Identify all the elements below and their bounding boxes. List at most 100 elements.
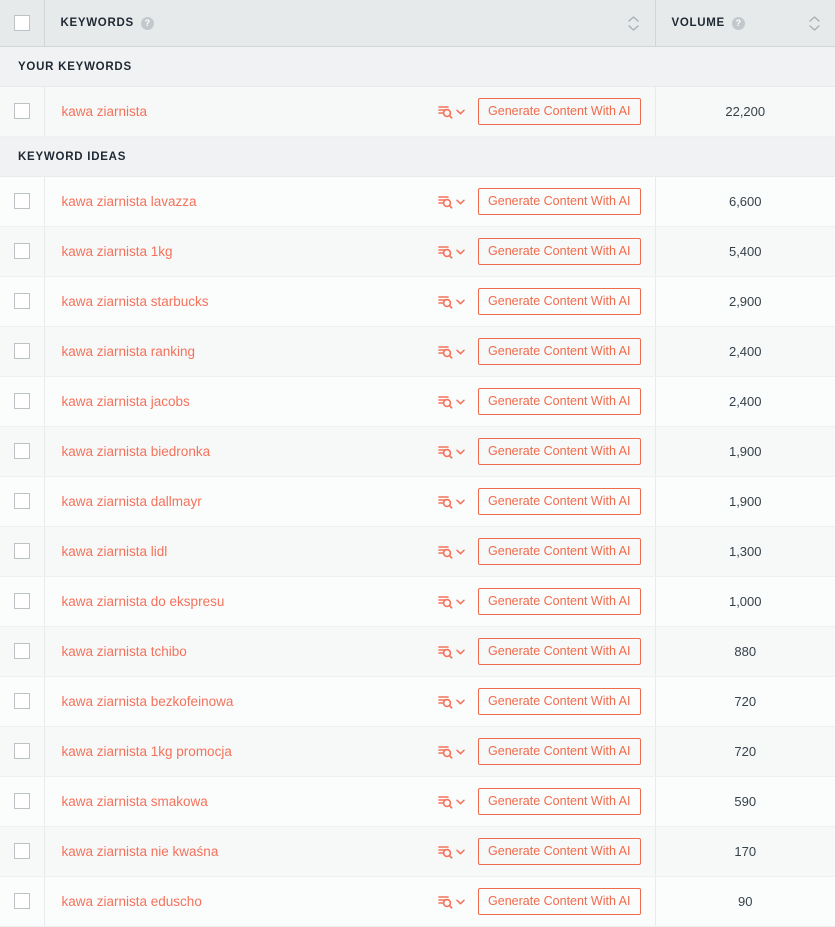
generate-content-with-ai-button[interactable]: Generate Content With AI <box>478 287 641 316</box>
keyword-cell: kawa ziarnista Generate Content With AI <box>44 86 656 137</box>
generate-content-with-ai-button[interactable]: Generate Content With AI <box>478 187 641 216</box>
row-select-cell <box>0 376 45 427</box>
serp-analysis-button[interactable] <box>438 545 465 559</box>
keyword-link[interactable]: kawa ziarnista do ekspresu <box>62 594 225 609</box>
select-all-checkbox[interactable] <box>13 14 30 31</box>
keyword-cell: kawa ziarnista lavazza Generate Content W… <box>44 176 656 227</box>
row-checkbox[interactable] <box>13 443 30 460</box>
row-checkbox[interactable] <box>13 243 30 260</box>
keyword-link[interactable]: kawa ziarnista <box>62 104 148 119</box>
row-select-cell <box>0 676 45 727</box>
keyword-link[interactable]: kawa ziarnista smakowa <box>62 794 208 809</box>
keyword-link[interactable]: kawa ziarnista nie kwaśna <box>62 844 219 859</box>
keyword-cell: kawa ziarnista starbucks Generate Content… <box>44 276 656 327</box>
row-checkbox[interactable] <box>13 843 30 860</box>
table-row: kawa ziarnista 1kg promocja Generate Cont… <box>0 726 835 777</box>
generate-content-with-ai-button[interactable]: Generate Content With AI <box>478 587 641 616</box>
generate-content-with-ai-button[interactable]: Generate Content With AI <box>478 337 641 366</box>
keyword-cell: kawa ziarnista biedronka Generate Content… <box>44 426 656 477</box>
serp-analysis-button[interactable] <box>438 195 465 209</box>
serp-analysis-search-icon <box>438 645 453 659</box>
row-select-cell <box>0 826 45 877</box>
chevron-down-icon <box>456 299 465 305</box>
chevron-down-icon <box>456 499 465 505</box>
serp-analysis-search-icon <box>438 545 453 559</box>
serp-analysis-search-icon <box>438 445 453 459</box>
generate-content-with-ai-button[interactable]: Generate Content With AI <box>478 387 641 416</box>
keyword-link[interactable]: kawa ziarnista ranking <box>62 344 196 359</box>
serp-analysis-button[interactable] <box>438 295 465 309</box>
sort-chevrons-icon[interactable] <box>627 15 641 31</box>
keyword-link[interactable]: kawa ziarnista 1kg <box>62 244 173 259</box>
volume-column-header[interactable]: VOLUME ? <box>655 0 835 47</box>
serp-analysis-search-icon <box>438 895 453 909</box>
generate-content-with-ai-button[interactable]: Generate Content With AI <box>478 487 641 516</box>
generate-content-with-ai-button[interactable]: Generate Content With AI <box>478 97 641 126</box>
serp-analysis-button[interactable] <box>438 845 465 859</box>
row-checkbox[interactable] <box>13 393 30 410</box>
keyword-link[interactable]: kawa ziarnista lidl <box>62 544 168 559</box>
keyword-cell: kawa ziarnista tchibo Generate Content Wi… <box>44 626 656 677</box>
row-checkbox[interactable] <box>13 493 30 510</box>
keyword-link[interactable]: kawa ziarnista starbucks <box>62 294 209 309</box>
keyword-cell: kawa ziarnista 1kg Generate Content With … <box>44 226 656 277</box>
serp-analysis-button[interactable] <box>438 495 465 509</box>
keyword-cell: kawa ziarnista eduscho Generate Content W… <box>44 876 656 927</box>
generate-content-with-ai-button[interactable]: Generate Content With AI <box>478 787 641 816</box>
serp-analysis-search-icon <box>438 295 453 309</box>
keyword-link[interactable]: kawa ziarnista eduscho <box>62 894 202 909</box>
row-checkbox[interactable] <box>13 893 30 910</box>
keyword-link[interactable]: kawa ziarnista dallmayr <box>62 494 202 509</box>
row-checkbox[interactable] <box>13 593 30 610</box>
generate-content-with-ai-button[interactable]: Generate Content With AI <box>478 837 641 866</box>
select-all-header-cell <box>0 0 45 47</box>
row-checkbox[interactable] <box>13 543 30 560</box>
generate-content-with-ai-button[interactable]: Generate Content With AI <box>478 737 641 766</box>
row-checkbox[interactable] <box>13 343 30 360</box>
keyword-link[interactable]: kawa ziarnista 1kg promocja <box>62 744 232 759</box>
serp-analysis-button[interactable] <box>438 745 465 759</box>
row-checkbox[interactable] <box>13 643 30 660</box>
volume-cell: 1,900 <box>655 476 835 527</box>
serp-analysis-button[interactable] <box>438 645 465 659</box>
serp-analysis-button[interactable] <box>438 245 465 259</box>
serp-analysis-button[interactable] <box>438 105 465 119</box>
serp-analysis-button[interactable] <box>438 345 465 359</box>
serp-analysis-button[interactable] <box>438 795 465 809</box>
table-row: kawa ziarnista nie kwaśna Generate Conten… <box>0 826 835 877</box>
question-mark-icon[interactable]: ? <box>140 16 154 30</box>
sort-chevrons-icon[interactable] <box>807 15 821 31</box>
row-checkbox[interactable] <box>13 693 30 710</box>
chevron-down-icon <box>456 649 465 655</box>
keyword-link[interactable]: kawa ziarnista lavazza <box>62 194 197 209</box>
generate-content-with-ai-button[interactable]: Generate Content With AI <box>478 437 641 466</box>
chevron-down-icon <box>456 449 465 455</box>
keyword-link[interactable]: kawa ziarnista tchibo <box>62 644 187 659</box>
serp-analysis-button[interactable] <box>438 595 465 609</box>
serp-analysis-button[interactable] <box>438 395 465 409</box>
serp-analysis-button[interactable] <box>438 895 465 909</box>
generate-content-with-ai-button[interactable]: Generate Content With AI <box>478 637 641 666</box>
row-checkbox[interactable] <box>13 103 30 120</box>
generate-content-with-ai-button[interactable]: Generate Content With AI <box>478 537 641 566</box>
row-checkbox[interactable] <box>13 193 30 210</box>
volume-cell: 2,400 <box>655 326 835 377</box>
row-checkbox[interactable] <box>13 293 30 310</box>
keywords-column-header[interactable]: KEYWORDS ? <box>44 0 656 47</box>
generate-content-with-ai-button[interactable]: Generate Content With AI <box>478 237 641 266</box>
serp-analysis-search-icon <box>438 395 453 409</box>
keyword-link[interactable]: kawa ziarnista bezkofeinowa <box>62 694 234 709</box>
serp-analysis-search-icon <box>438 495 453 509</box>
serp-analysis-button[interactable] <box>438 445 465 459</box>
generate-content-with-ai-button[interactable]: Generate Content With AI <box>478 687 641 716</box>
serp-analysis-button[interactable] <box>438 695 465 709</box>
row-checkbox[interactable] <box>13 793 30 810</box>
generate-content-with-ai-button[interactable]: Generate Content With AI <box>478 887 641 916</box>
volume-cell: 1,900 <box>655 426 835 477</box>
keyword-link[interactable]: kawa ziarnista jacobs <box>62 394 190 409</box>
keyword-link[interactable]: kawa ziarnista biedronka <box>62 444 211 459</box>
question-mark-icon[interactable]: ? <box>731 16 745 30</box>
table-row: kawa ziarnista dallmayr Generate Content … <box>0 476 835 527</box>
row-checkbox[interactable] <box>13 743 30 760</box>
keyword-cell: kawa ziarnista lidl Generate Content With… <box>44 526 656 577</box>
